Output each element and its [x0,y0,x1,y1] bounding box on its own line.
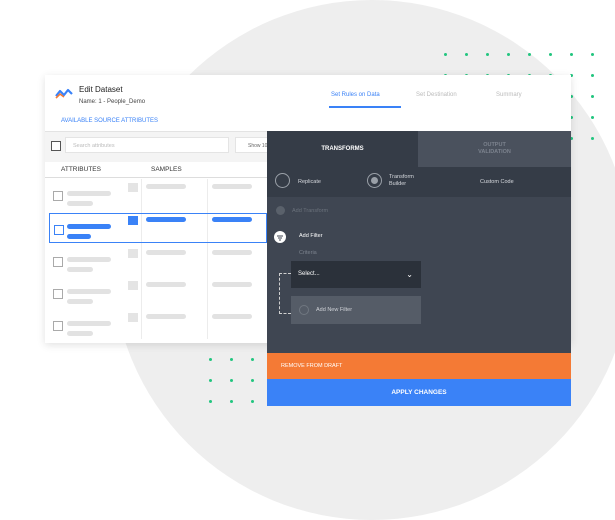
decor-dot [465,53,468,56]
decor-dot [591,74,594,77]
chevron-down-icon: ⌄ [406,270,413,279]
add-circle-icon [299,305,309,315]
add-new-filter-label: Add New Filter [316,307,353,313]
transform-builder-radio[interactable] [367,173,382,188]
add-icon [276,206,285,215]
sample-placeholder [212,282,252,287]
sample-placeholder [212,314,252,319]
decor-dot [486,53,489,56]
sample-placeholder [212,184,252,189]
decor-dot [230,379,233,382]
decor-dot [230,400,233,403]
attribute-placeholder [67,257,111,262]
table-row-selected[interactable] [49,213,267,243]
bar-chart-icon[interactable] [128,183,138,192]
bar-chart-icon[interactable] [128,313,138,322]
attribute-type-placeholder [67,331,93,336]
tab-output-validation[interactable]: OUTPUT VALIDATION [418,131,571,167]
select-value: Select... [298,271,320,277]
decor-dot [591,116,594,119]
active-step-indicator [329,106,401,108]
sample-placeholder [146,217,186,222]
bar-chart-icon[interactable] [128,249,138,258]
app-logo-icon [55,88,73,99]
sample-placeholder [212,217,252,222]
apply-changes-button[interactable]: APPLY CHANGES [267,379,571,406]
table-row[interactable] [49,246,267,276]
decor-dot [209,358,212,361]
step-summary[interactable]: Summary [496,92,522,98]
filter-icon[interactable] [274,231,286,243]
header-divider [45,177,267,178]
sample-placeholder [146,314,186,319]
transform-mode-row: Replicate Transform Builder Custom Code [267,167,571,197]
attribute-type-placeholder [67,234,91,239]
criteria-select[interactable]: Select... ⌄ [291,261,421,288]
header: Edit Dataset Name: 1 - People_Demo Set R… [45,75,571,111]
table-row[interactable] [49,180,267,210]
add-transform-label: Add Transform [292,207,329,214]
sample-placeholder [146,250,186,255]
column-header-attributes[interactable]: ATTRIBUTES [61,166,101,173]
attribute-placeholder [67,321,111,326]
decor-dot [251,379,254,382]
decor-dot [570,53,573,56]
decor-dot [230,358,233,361]
decor-dot [251,400,254,403]
remove-from-draft-button[interactable]: REMOVE FROM DRAFT [267,353,571,379]
attribute-type-placeholder [67,267,93,272]
decor-dot [444,53,447,56]
attribute-placeholder [67,289,111,294]
page-title: Edit Dataset [79,85,123,94]
select-all-checkbox[interactable] [51,141,61,151]
bar-chart-icon[interactable] [128,281,138,290]
decor-dot [549,53,552,56]
tab-transforms[interactable]: TRANSFORMS [267,131,418,167]
step-set-rules[interactable]: Set Rules on Data [331,92,380,98]
decor-dot [591,95,594,98]
attribute-placeholder [67,191,111,196]
table-row[interactable] [49,310,267,340]
source-attributes-label: AVAILABLE SOURCE ATTRIBUTES [61,118,159,124]
decor-dot [209,379,212,382]
sample-placeholder [146,184,186,189]
row-checkbox[interactable] [53,321,63,331]
add-new-filter-button[interactable]: Add New Filter [291,296,421,324]
transform-builder-label: Transform Builder [389,174,414,187]
decor-dot [528,53,531,56]
row-checkbox[interactable] [53,257,63,267]
attribute-type-placeholder [67,201,93,206]
step-set-destination[interactable]: Set Destination [416,92,457,98]
replicate-radio[interactable] [275,173,290,188]
custom-code-option[interactable]: Custom Code [480,179,514,186]
attribute-placeholder [67,224,111,229]
row-checkbox[interactable] [54,225,64,235]
add-transform-button[interactable]: Add Transform [276,206,328,215]
decor-dot [591,53,594,56]
bar-chart-icon[interactable] [128,216,138,225]
row-checkbox[interactable] [53,191,63,201]
decor-dot [251,358,254,361]
sample-placeholder [146,282,186,287]
decor-dot [209,400,212,403]
decor-dot [591,137,594,140]
table-row[interactable] [49,278,267,308]
column-header-samples[interactable]: SAMPLES [151,166,182,173]
dataset-name: Name: 1 - People_Demo [79,99,146,105]
transforms-panel: TRANSFORMS OUTPUT VALIDATION Replicate T… [267,131,571,406]
tab-output-validation-label: OUTPUT VALIDATION [478,142,511,155]
row-checkbox[interactable] [53,289,63,299]
show-count-button[interactable]: Show 10 [235,137,271,153]
replicate-label: Replicate [298,179,321,185]
criteria-label: Criteria [299,250,317,256]
attribute-type-placeholder [67,299,93,304]
decor-dot [507,53,510,56]
search-input[interactable]: Search attributes [65,137,229,153]
radio-selected-dot [371,177,378,184]
sample-placeholder [212,250,252,255]
filter-connector [279,273,291,314]
add-filter-label[interactable]: Add Filter [299,233,323,239]
